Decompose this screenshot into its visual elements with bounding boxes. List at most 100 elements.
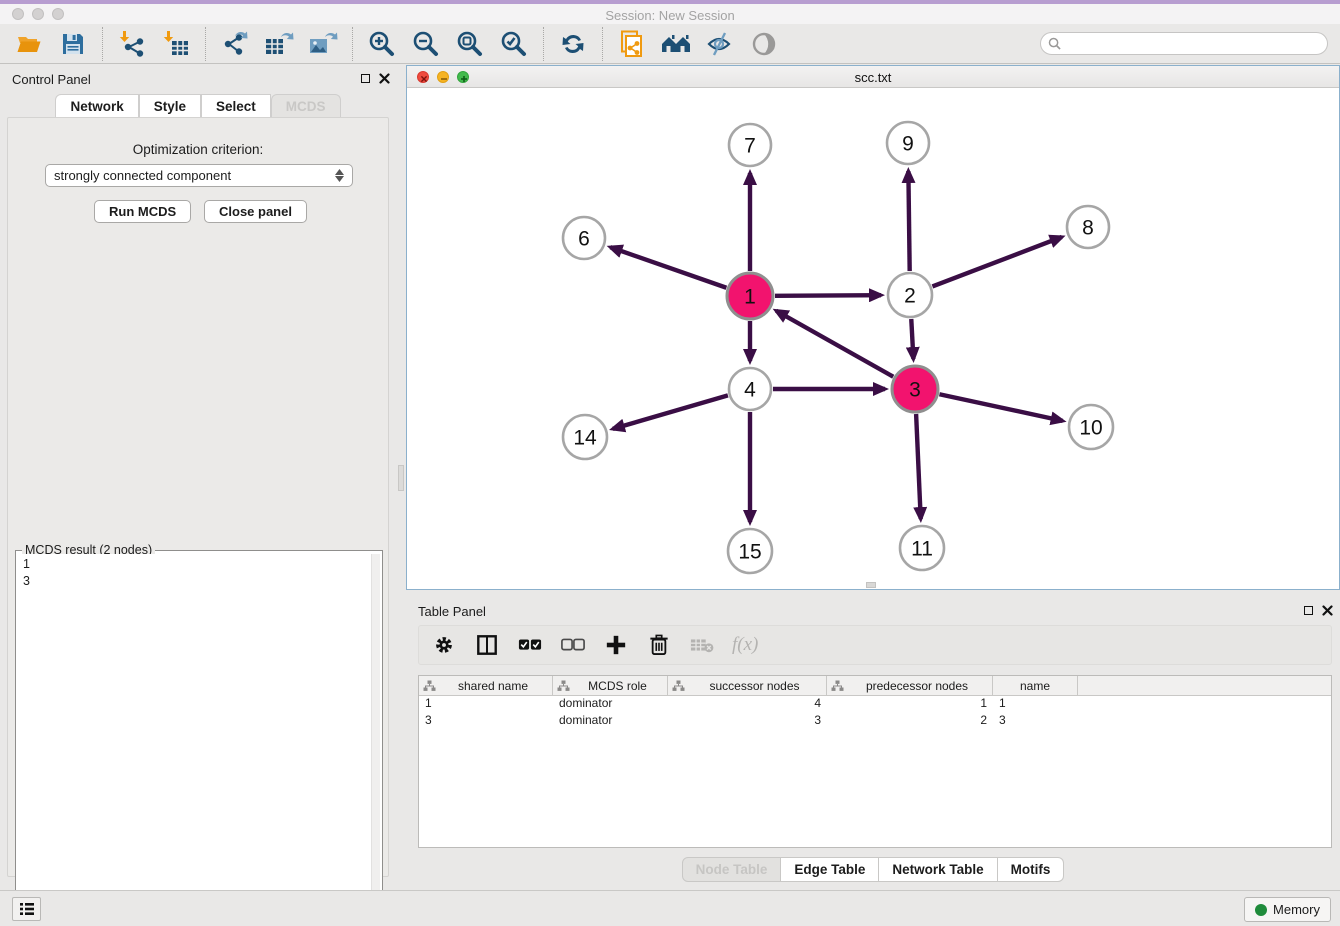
cell-predecessor_nodes[interactable]: 1 — [827, 696, 993, 713]
delete-table-icon[interactable] — [689, 632, 715, 658]
graph-node-3[interactable]: 3 — [892, 366, 938, 412]
cell-successor_nodes[interactable]: 3 — [668, 713, 827, 730]
tab-style[interactable]: Style — [139, 94, 201, 118]
mcds-result-scrollbar[interactable] — [371, 554, 380, 919]
cell-successor_nodes[interactable]: 4 — [668, 696, 827, 713]
export-image-icon[interactable] — [308, 29, 338, 59]
criterion-select[interactable]: strongly connected component — [45, 164, 353, 187]
column-header-label: successor nodes — [687, 679, 822, 693]
graph-node-11[interactable]: 11 — [900, 526, 944, 570]
graph-node-7[interactable]: 7 — [729, 124, 771, 166]
column-header-predecessor-nodes[interactable]: predecessor nodes — [827, 676, 993, 695]
search-field[interactable] — [1040, 32, 1328, 55]
tab-node-table[interactable]: Node Table — [682, 857, 782, 882]
zoom-selected-icon[interactable] — [499, 29, 529, 59]
table-row[interactable]: 3dominator323 — [419, 713, 1331, 730]
network-window-titlebar[interactable]: scc.txt — [407, 66, 1339, 88]
graph-edge-1-6[interactable] — [610, 247, 726, 288]
graph-edge-4-14[interactable] — [613, 395, 728, 428]
zoom-out-icon[interactable] — [411, 29, 441, 59]
tab-motifs[interactable]: Motifs — [998, 857, 1065, 882]
graph-node-1[interactable]: 1 — [727, 273, 773, 319]
splitter-handle[interactable] — [398, 465, 404, 491]
node-table-header: shared name MCDS role successor nodes prede… — [419, 676, 1331, 696]
graph-node-4[interactable]: 4 — [729, 368, 771, 410]
apply-layout-icon[interactable] — [558, 29, 588, 59]
network-resize-handle[interactable] — [866, 582, 876, 588]
graph-edge-2-3[interactable] — [911, 319, 913, 359]
graph-edge-2-8[interactable] — [932, 237, 1061, 286]
close-panel-button[interactable]: Close panel — [204, 200, 307, 223]
graph-node-6[interactable]: 6 — [563, 217, 605, 259]
graph-edge-3-11[interactable] — [916, 414, 921, 519]
run-mcds-button[interactable]: Run MCDS — [94, 200, 191, 223]
task-history-button[interactable] — [12, 897, 41, 921]
cell-name[interactable]: 1 — [993, 696, 1078, 713]
graph-node-10[interactable]: 10 — [1069, 405, 1113, 449]
cell-shared_name[interactable]: 3 — [419, 713, 553, 730]
import-network-icon[interactable] — [117, 29, 147, 59]
tab-network[interactable]: Network — [55, 94, 138, 118]
column-type-icon — [423, 680, 436, 692]
graph-edge-1-2[interactable] — [775, 295, 881, 296]
open-session-icon[interactable] — [14, 29, 44, 59]
cell-mcds_role[interactable]: dominator — [553, 713, 668, 730]
column-type-icon — [672, 680, 685, 692]
home-view-icon[interactable] — [661, 29, 691, 59]
column-header-label: MCDS role — [572, 679, 663, 693]
search-icon — [1048, 37, 1061, 50]
tab-mcds[interactable]: MCDS — [271, 94, 341, 118]
graph-edge-3-10[interactable] — [939, 394, 1062, 421]
table-row[interactable]: 1dominator411 — [419, 696, 1331, 713]
cell-predecessor_nodes[interactable]: 2 — [827, 713, 993, 730]
graph-node-9[interactable]: 9 — [887, 122, 929, 164]
tab-edge-table[interactable]: Edge Table — [781, 857, 879, 882]
column-header-successor-nodes[interactable]: successor nodes — [668, 676, 827, 695]
memory-status-icon — [1255, 904, 1267, 916]
delete-column-icon[interactable] — [646, 632, 672, 658]
graph-edge-2-9[interactable] — [908, 171, 909, 271]
optimization-criterion-label: Optimization criterion: — [8, 142, 388, 157]
show-graphics-icon[interactable] — [749, 29, 779, 59]
table-panel-float-icon[interactable] — [1304, 606, 1313, 615]
control-panel-tabs: Network Style Select MCDS — [0, 94, 396, 118]
memory-button[interactable]: Memory — [1244, 897, 1331, 922]
tab-network-table[interactable]: Network Table — [879, 857, 997, 882]
column-header-name[interactable]: name — [993, 676, 1078, 695]
control-panel-float-icon[interactable] — [361, 74, 370, 83]
zoom-fit-icon[interactable] — [455, 29, 485, 59]
cell-shared_name[interactable]: 1 — [419, 696, 553, 713]
column-header-MCDS-role[interactable]: MCDS role — [553, 676, 668, 695]
save-session-icon[interactable] — [58, 29, 88, 59]
mcds-result-box: MCDS result (2 nodes) 1 3 — [15, 550, 383, 922]
graph-edge-3-1[interactable] — [776, 311, 893, 377]
control-panel-close-icon[interactable] — [379, 73, 390, 84]
graph-node-2[interactable]: 2 — [888, 273, 932, 317]
cell-mcds_role[interactable]: dominator — [553, 696, 668, 713]
mcds-result-text[interactable]: 1 3 — [18, 554, 370, 919]
search-input[interactable] — [1065, 37, 1327, 51]
graph-node-14[interactable]: 14 — [563, 415, 607, 459]
table-settings-gear-icon[interactable] — [431, 632, 457, 658]
export-table-icon[interactable] — [264, 29, 294, 59]
window-titlebar: Session: New Session — [0, 4, 1340, 24]
tab-select[interactable]: Select — [201, 94, 271, 118]
select-all-columns-icon[interactable] — [517, 632, 543, 658]
table-panel-close-icon[interactable] — [1322, 605, 1333, 616]
import-table-icon[interactable] — [161, 29, 191, 59]
graph-node-label: 7 — [744, 135, 756, 158]
panel-splitter — [396, 65, 406, 882]
column-type-icon — [831, 680, 844, 692]
graph-node-8[interactable]: 8 — [1067, 206, 1109, 248]
hide-graphics-icon[interactable] — [705, 29, 735, 59]
column-header-shared-name[interactable]: shared name — [419, 676, 553, 695]
zoom-in-icon[interactable] — [367, 29, 397, 59]
unselect-all-columns-icon[interactable] — [560, 632, 586, 658]
graph-node-15[interactable]: 15 — [728, 529, 772, 573]
cell-name[interactable]: 3 — [993, 713, 1078, 730]
create-column-icon[interactable] — [603, 632, 629, 658]
show-column-panel-icon[interactable] — [474, 632, 500, 658]
clone-network-icon[interactable] — [617, 29, 647, 59]
network-graph[interactable]: 7 9 6 8 1 2 4 3 14 10 15 11 — [407, 88, 1339, 589]
export-network-icon[interactable] — [220, 29, 250, 59]
